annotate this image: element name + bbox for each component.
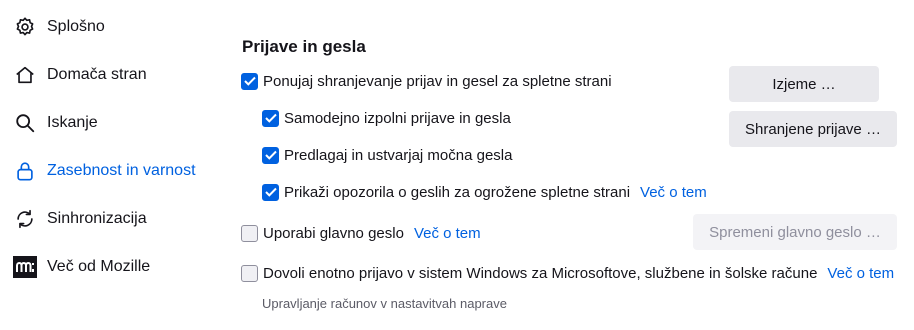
- primary-password-row: Uporabi glavno geslo Več o tem: [241, 222, 481, 244]
- sidebar-item-label: Iskanje: [47, 114, 98, 131]
- sidebar: Splošno Domača stran Iskanje Zasebnost i…: [0, 0, 220, 330]
- change-primary-password-button[interactable]: Spremeni glavno geslo …: [693, 214, 897, 250]
- breach-alerts-learn-more-link[interactable]: Več o tem: [640, 184, 707, 201]
- primary-password-learn-more-link[interactable]: Več o tem: [414, 225, 481, 242]
- offer-save-logins-row: Ponujaj shranjevanje prijav in gesel za …: [241, 70, 612, 92]
- sidebar-item-more-mozilla[interactable]: Več od Mozille: [12, 247, 150, 287]
- sso-hint-text: Upravljanje računov v nastavitvah naprav…: [262, 296, 507, 311]
- breach-alerts-row: Prikaži opozorila o geslih za ogrožene s…: [262, 181, 707, 203]
- sidebar-item-label: Splošno: [47, 18, 105, 35]
- checkmark-icon: [243, 76, 256, 86]
- sidebar-item-label: Več od Mozille: [47, 258, 151, 275]
- logins-section: Prijave in gesla Ponujaj shranjevanje pr…: [226, 0, 914, 330]
- sidebar-item-sync[interactable]: Sinhronizacija: [12, 199, 147, 239]
- checkmark-icon: [264, 150, 277, 160]
- windows-sso-learn-more-link[interactable]: Več o tem: [827, 265, 894, 282]
- checkmark-icon: [264, 113, 277, 123]
- primary-password-label[interactable]: Uporabi glavno geslo: [263, 225, 404, 242]
- checkmark-icon: [264, 187, 277, 197]
- suggest-passwords-row: Predlagaj in ustvarjaj močna gesla: [262, 144, 512, 166]
- offer-save-logins-label[interactable]: Ponujaj shranjevanje prijav in gesel za …: [263, 73, 612, 90]
- exceptions-button[interactable]: Izjeme …: [729, 66, 879, 102]
- search-icon: [12, 110, 38, 136]
- sidebar-item-label: Zasebnost in varnost: [47, 162, 196, 179]
- home-icon: [12, 62, 38, 88]
- sidebar-item-home[interactable]: Domača stran: [12, 55, 147, 95]
- sync-icon: [12, 206, 38, 232]
- section-title: Prijave in gesla: [242, 37, 366, 56]
- mozilla-logo-icon: [12, 254, 38, 280]
- windows-sso-checkbox[interactable]: [241, 264, 258, 282]
- lock-icon: [12, 158, 38, 184]
- sidebar-item-privacy[interactable]: Zasebnost in varnost: [12, 151, 196, 191]
- sidebar-item-general[interactable]: Splošno: [12, 7, 105, 47]
- windows-sso-row: Dovoli enotno prijavo v sistem Windows z…: [241, 262, 894, 284]
- sidebar-item-search[interactable]: Iskanje: [12, 103, 98, 143]
- offer-save-logins-checkbox[interactable]: [241, 72, 258, 90]
- saved-logins-button[interactable]: Shranjene prijave …: [729, 111, 897, 147]
- suggest-passwords-checkbox[interactable]: [262, 146, 279, 164]
- suggest-passwords-label[interactable]: Predlagaj in ustvarjaj močna gesla: [284, 147, 512, 164]
- sidebar-item-label: Sinhronizacija: [47, 210, 147, 227]
- autofill-row: Samodejno izpolni prijave in gesla: [262, 107, 511, 129]
- breach-alerts-label[interactable]: Prikaži opozorila o geslih za ogrožene s…: [284, 184, 630, 201]
- primary-password-checkbox[interactable]: [241, 224, 258, 242]
- autofill-checkbox[interactable]: [262, 109, 279, 127]
- windows-sso-label[interactable]: Dovoli enotno prijavo v sistem Windows z…: [263, 265, 817, 282]
- breach-alerts-checkbox[interactable]: [262, 183, 279, 201]
- gear-icon: [12, 14, 38, 40]
- sidebar-item-label: Domača stran: [47, 66, 147, 83]
- autofill-label[interactable]: Samodejno izpolni prijave in gesla: [284, 110, 511, 127]
